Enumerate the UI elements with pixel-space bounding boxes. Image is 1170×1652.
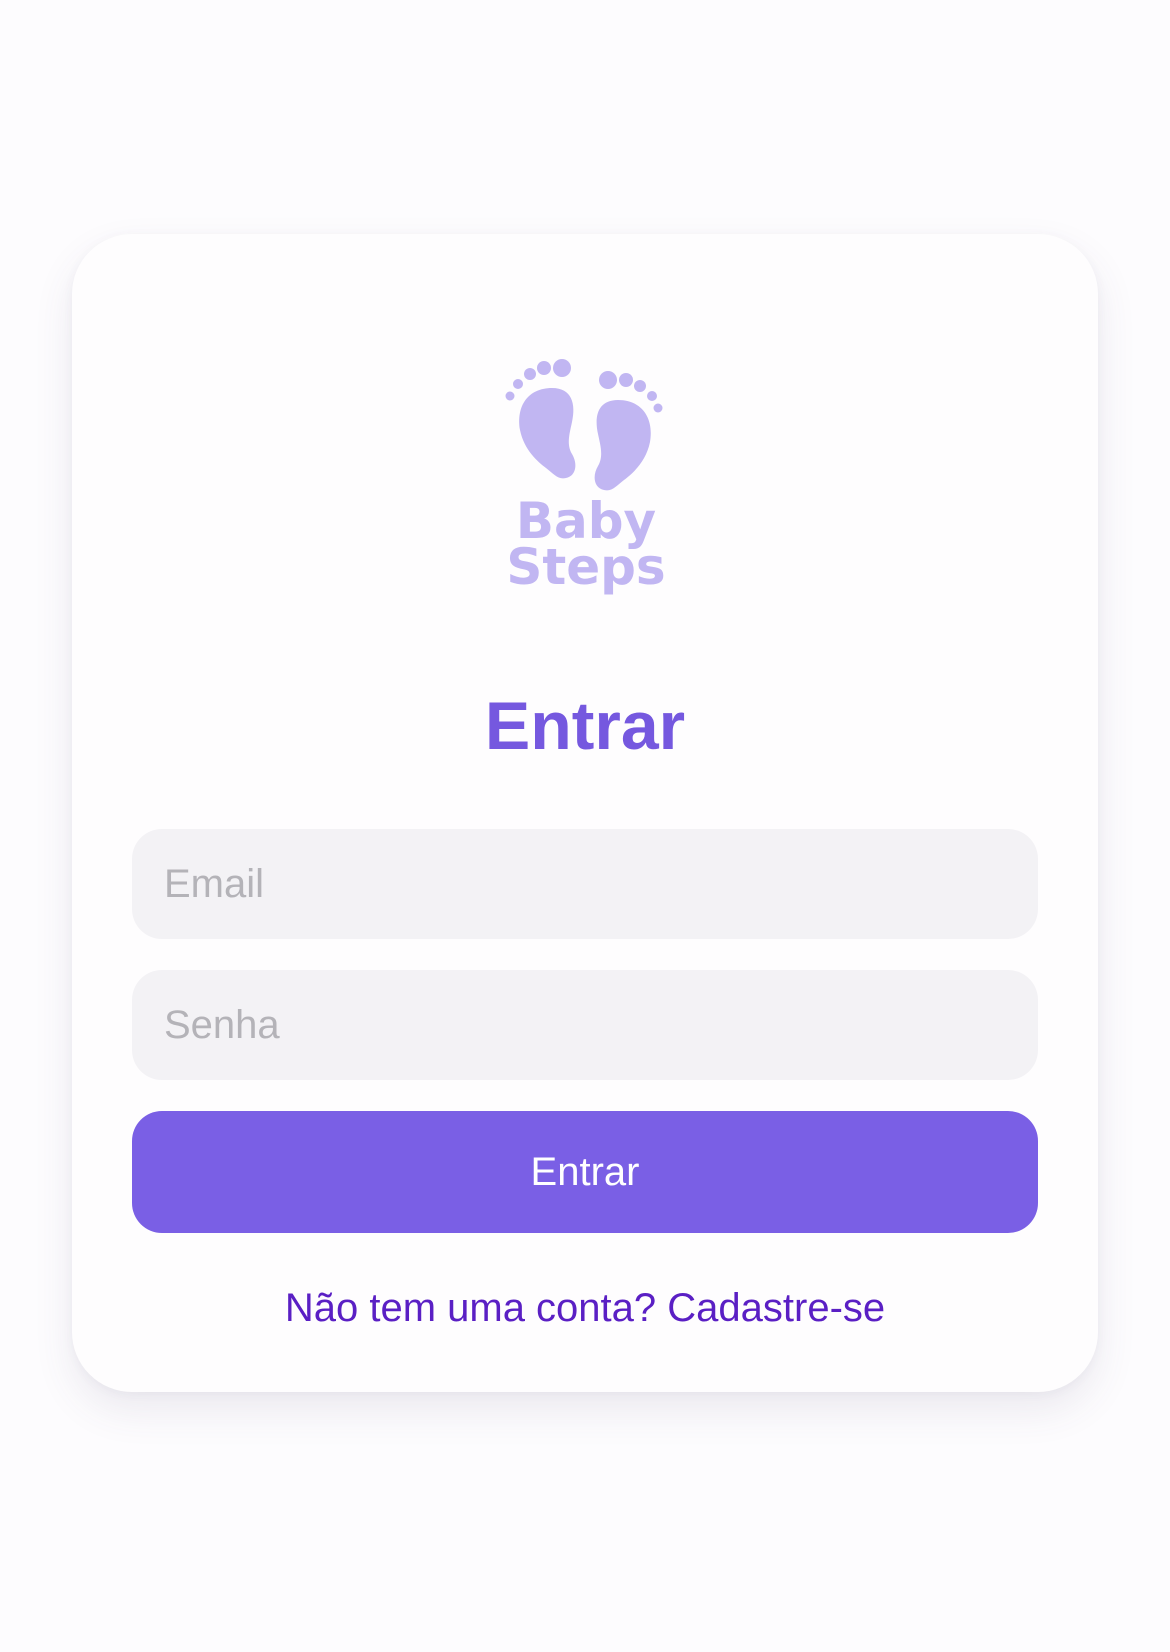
signup-link[interactable]: Não tem uma conta? Cadastre-se (0, 1282, 1170, 1334)
logo-text-steps: Steps (506, 538, 665, 596)
login-button[interactable]: Entrar (132, 1111, 1038, 1233)
email-field[interactable] (132, 829, 1038, 939)
baby-feet-icon (505, 359, 663, 491)
page-title: Entrar (484, 688, 686, 764)
password-field[interactable] (132, 970, 1038, 1080)
app-logo: Baby Steps (500, 358, 670, 598)
